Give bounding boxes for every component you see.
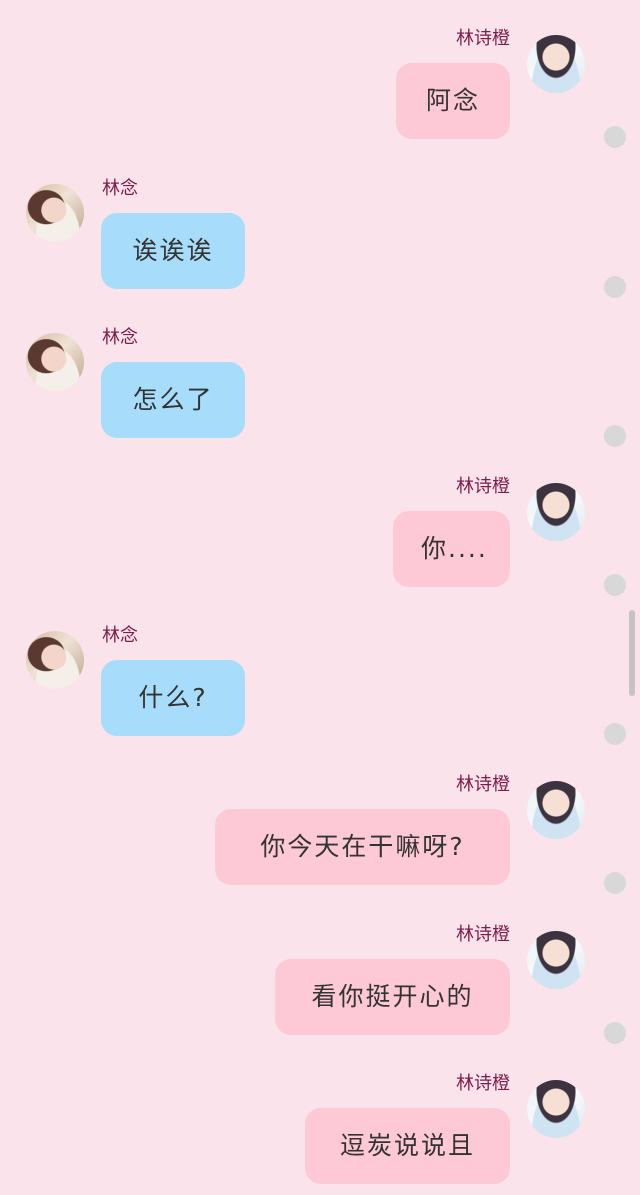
message-bubble[interactable]: 什么? bbox=[101, 660, 245, 736]
message-bubble[interactable]: 你.... bbox=[393, 511, 510, 587]
message-bubble[interactable]: 阿念 bbox=[396, 63, 510, 139]
avatar[interactable] bbox=[527, 931, 585, 989]
message-row: 林诗橙 阿念 bbox=[0, 0, 640, 150]
message-status-indicator bbox=[604, 872, 626, 894]
sender-name: 林诗橙 bbox=[456, 1073, 510, 1094]
sender-name: 林念 bbox=[102, 625, 138, 646]
chat-message-list[interactable]: 林诗橙 阿念 林念 诶诶诶 林念 怎么了 林诗橙 你.... 林念 什么? 林诗… bbox=[0, 0, 640, 1184]
avatar[interactable] bbox=[527, 781, 585, 839]
sender-name: 林念 bbox=[102, 327, 138, 348]
message-row: 林诗橙 你.... bbox=[0, 448, 640, 598]
sender-name: 林诗橙 bbox=[456, 774, 510, 795]
sender-name: 林诗橙 bbox=[456, 476, 510, 497]
message-status-indicator bbox=[604, 723, 626, 745]
message-row: 林诗橙 你今天在干嘛呀? bbox=[0, 746, 640, 896]
message-row: 林念 什么? bbox=[0, 597, 640, 747]
message-status-indicator bbox=[604, 574, 626, 596]
message-status-indicator bbox=[604, 1022, 626, 1044]
avatar[interactable] bbox=[26, 184, 84, 242]
avatar[interactable] bbox=[527, 483, 585, 541]
message-bubble[interactable]: 看你挺开心的 bbox=[275, 959, 510, 1035]
sender-name: 林诗橙 bbox=[456, 924, 510, 945]
scrollbar[interactable] bbox=[629, 610, 635, 696]
message-status-indicator bbox=[604, 276, 626, 298]
avatar[interactable] bbox=[26, 631, 84, 689]
message-bubble[interactable]: 诶诶诶 bbox=[101, 213, 245, 289]
sender-name: 林诗橙 bbox=[456, 28, 510, 49]
message-row: 林诗橙 逗炭说说且 bbox=[0, 1045, 640, 1195]
avatar[interactable] bbox=[26, 333, 84, 391]
avatar[interactable] bbox=[527, 35, 585, 93]
message-status-indicator bbox=[604, 126, 626, 148]
message-row: 林念 怎么了 bbox=[0, 299, 640, 449]
message-bubble[interactable]: 逗炭说说且 bbox=[305, 1108, 510, 1184]
message-bubble[interactable]: 你今天在干嘛呀? bbox=[215, 809, 510, 885]
message-bubble[interactable]: 怎么了 bbox=[101, 362, 245, 438]
message-status-indicator bbox=[604, 425, 626, 447]
message-row: 林诗橙 看你挺开心的 bbox=[0, 896, 640, 1046]
avatar[interactable] bbox=[527, 1080, 585, 1138]
sender-name: 林念 bbox=[102, 178, 138, 199]
message-row: 林念 诶诶诶 bbox=[0, 150, 640, 300]
